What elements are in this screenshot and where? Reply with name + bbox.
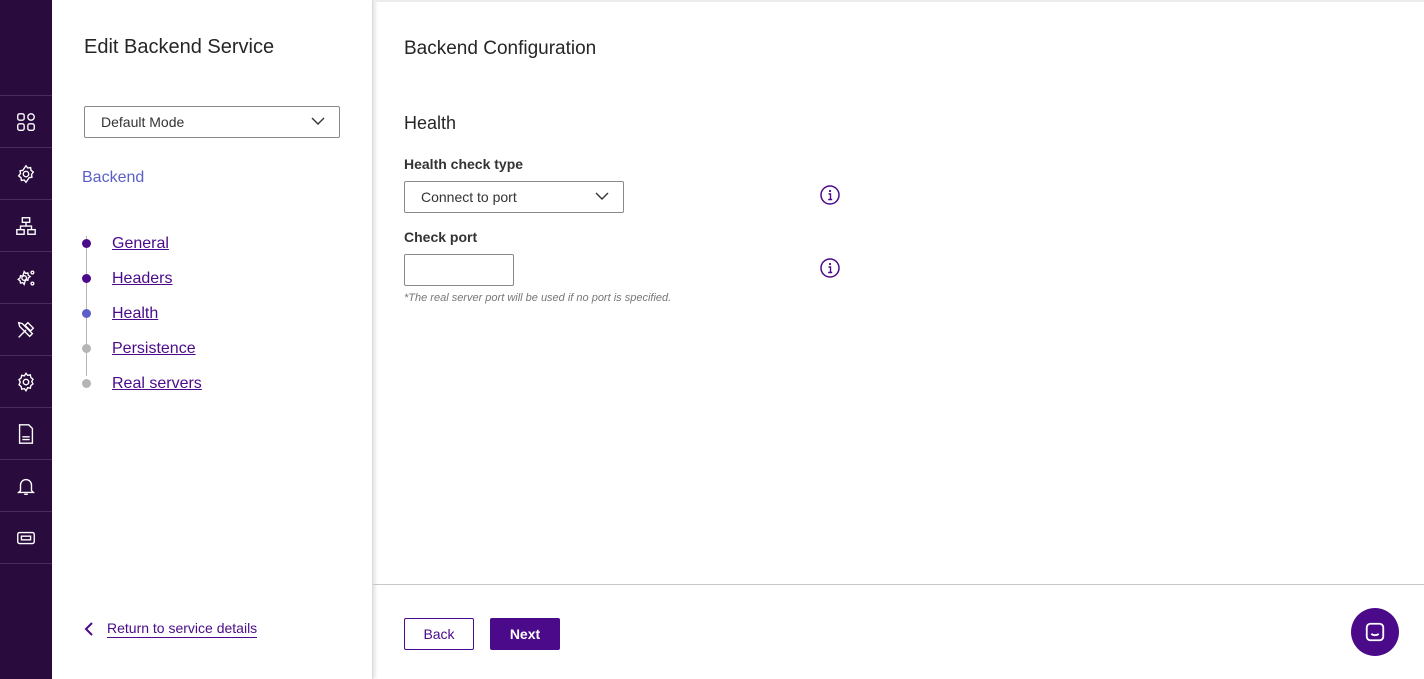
section-label: Backend — [82, 169, 145, 186]
step-dot — [82, 344, 91, 353]
step-dot — [82, 274, 91, 283]
network-icon — [16, 216, 36, 235]
section-title: Health — [404, 113, 457, 133]
mode-select-value: Default Mode — [101, 114, 185, 130]
mode-select[interactable]: Default Mode — [84, 106, 340, 138]
step-link-general[interactable]: General — [112, 235, 169, 253]
chevron-left-icon — [84, 622, 93, 636]
step-dot — [82, 379, 91, 388]
next-button[interactable]: Next — [490, 618, 560, 650]
tools-icon — [17, 321, 35, 338]
wizard-steps: General Headers Health Persistence Real … — [82, 226, 332, 401]
health-check-type-value: Connect to port — [421, 189, 517, 205]
rail-item-dashboard[interactable] — [0, 96, 52, 148]
chevron-down-icon — [595, 192, 609, 200]
rail-item-system-settings[interactable] — [0, 252, 52, 304]
rail-item-license[interactable] — [0, 512, 52, 564]
system-settings-icon — [17, 269, 35, 286]
chevron-down-icon — [311, 117, 325, 125]
settings-icon — [18, 371, 34, 392]
check-port-hint: *The real server port will be used if no… — [404, 292, 672, 304]
rail-item-settings[interactable] — [0, 356, 52, 408]
health-check-type-select[interactable]: Connect to port — [404, 181, 624, 213]
step-link-headers[interactable]: Headers — [112, 270, 172, 288]
step-headers: Headers — [82, 261, 332, 296]
step-persistence: Persistence — [82, 331, 332, 366]
chat-icon — [1365, 622, 1385, 642]
step-dot — [82, 309, 91, 318]
main-content: Backend Configuration Health Health chec… — [373, 0, 1424, 679]
log-file-icon — [18, 423, 34, 444]
step-real-servers: Real servers — [82, 366, 332, 401]
footer-divider — [373, 584, 1424, 585]
step-link-persistence[interactable]: Persistence — [112, 340, 196, 358]
icon-rail — [0, 0, 52, 679]
rail-logo-area — [0, 0, 52, 96]
wizard-panel: Edit Backend Service Default Mode Backen… — [52, 0, 373, 679]
rail-item-services[interactable] — [0, 148, 52, 200]
panel-title: Edit Backend Service — [84, 36, 275, 58]
return-to-service-details-link[interactable]: Return to service details — [84, 620, 258, 638]
rail-item-network[interactable] — [0, 200, 52, 252]
notifications-icon — [17, 478, 35, 495]
back-button[interactable]: Back — [404, 618, 474, 650]
step-health: Health — [82, 296, 332, 331]
license-icon — [17, 531, 35, 544]
step-link-health[interactable]: Health — [112, 305, 158, 323]
check-port-info-icon[interactable] — [820, 258, 840, 278]
page-title: Backend Configuration — [404, 38, 597, 59]
step-general: General — [82, 226, 332, 261]
services-icon — [17, 164, 35, 183]
step-dot — [82, 239, 91, 248]
dashboard-icon — [17, 112, 35, 131]
health-check-type-label: Health check type — [404, 156, 524, 172]
check-port-label: Check port — [404, 229, 478, 245]
check-port-input[interactable] — [404, 254, 514, 286]
rail-item-notifications[interactable] — [0, 460, 52, 512]
rail-item-logs[interactable] — [0, 408, 52, 460]
health-check-type-info-icon[interactable] — [820, 185, 840, 205]
return-label: Return to service details — [107, 620, 258, 638]
step-link-real-servers[interactable]: Real servers — [112, 375, 202, 393]
rail-item-tools[interactable] — [0, 304, 52, 356]
chat-button[interactable] — [1351, 608, 1399, 656]
